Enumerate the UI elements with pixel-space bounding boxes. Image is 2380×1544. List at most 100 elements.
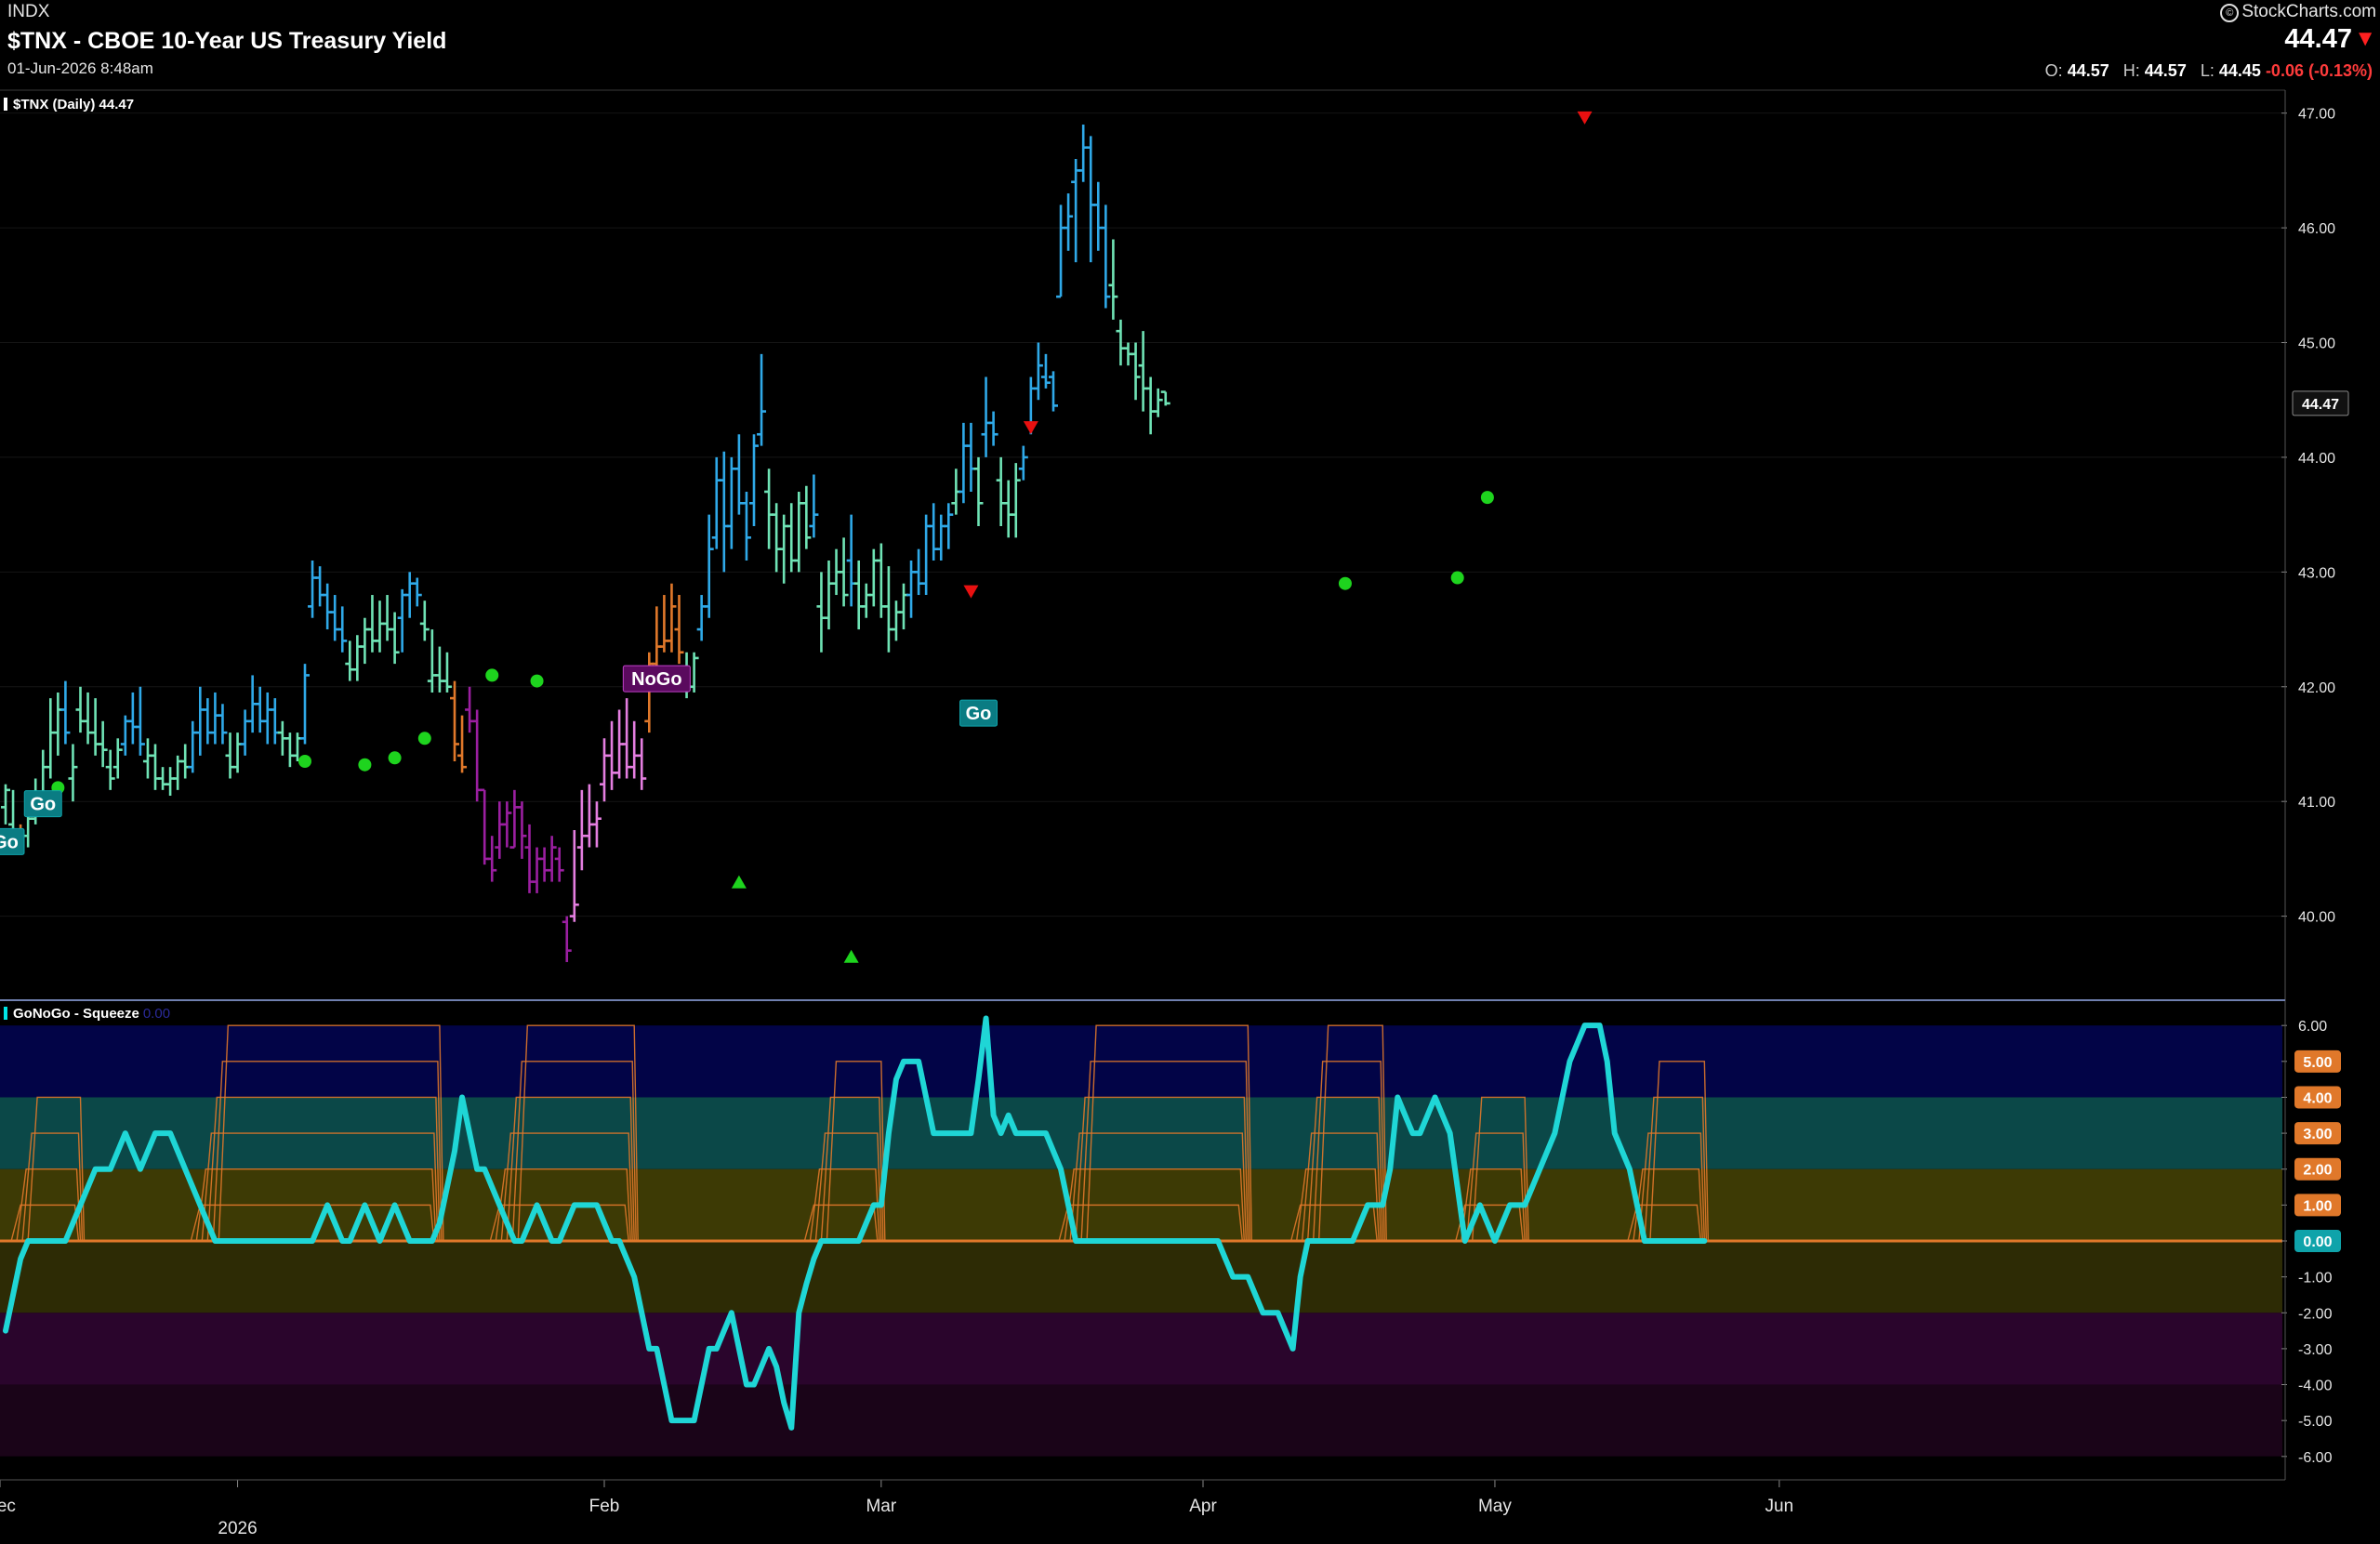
price-bar [98,720,108,768]
price-bar [375,600,385,653]
price-tick-label: 42.00 [2298,680,2335,696]
price-bar [345,640,355,681]
ohlc-readout: O: 44.57 H: 44.57 L: 44.45 -0.06 (-0.13%… [2045,61,2373,81]
price-bar [704,514,714,618]
price-bar [1049,371,1058,412]
price-bar [569,830,579,922]
price-bar [404,572,415,618]
price-bar [1093,181,1104,251]
go-continuation-dot [358,758,372,772]
low-value: 44.45 [2218,61,2261,80]
oscillator-tick-label: 6.00 [2298,1019,2327,1035]
price-bar [75,686,86,733]
change-value: -0.06 (-0.13%) [2265,61,2373,80]
oscillator-tick-label: -1.00 [2298,1271,2333,1287]
price-bar [1101,205,1111,309]
price-bar [801,485,812,549]
price-bar [284,732,295,768]
go-label-text: Go [0,832,19,852]
go-label-text: Go [966,704,992,724]
oscillator-tick-label: 1.00 [2303,1198,2332,1214]
main-legend: $TNX (Daily) 44.47 [4,97,134,112]
oscillator-tick-label: 0.00 [2303,1234,2332,1250]
main-panel-grid [0,112,2282,917]
go-label: Go [0,827,25,855]
price-bar [337,606,348,653]
price-tick-label: 41.00 [2298,795,2335,811]
indicator-legend-text: GoNoGo - Squeeze [13,1006,139,1022]
price-bar [352,635,363,681]
oscillator-band [0,1241,2282,1313]
price-tick-label: 44.00 [2298,451,2335,467]
nogo-label: NoGo [622,665,691,693]
price-bar [764,468,774,549]
oscillator-tick-label: 4.00 [2303,1090,2332,1106]
price-bar [60,680,71,745]
price-bar [607,720,617,790]
price-bar [891,600,901,641]
price-bar [711,456,721,549]
price-bar [509,789,520,849]
reversal-down-triangle [963,585,979,599]
price-bar [988,411,998,446]
price-bar [495,801,505,859]
price-bar [696,595,707,641]
price-bar [419,600,430,641]
price-bar [450,680,459,761]
price-bar [1,784,10,825]
price-bar [899,583,908,630]
go-continuation-dot [1450,571,1464,585]
price-bar [330,595,340,641]
price-bar [981,376,991,457]
last-price-tag-label: 44.47 [2302,397,2339,413]
price-bar [502,801,512,848]
oscillator-tick-label: 3.00 [2303,1127,2332,1142]
price-bar [151,744,160,790]
price-bar [240,709,250,756]
price-bar [517,801,527,859]
month-label: Dec [0,1497,16,1516]
price-tick-label: 45.00 [2298,337,2335,352]
brand-name: StockCharts.com [2241,2,2376,21]
go-label-text: Go [30,795,56,815]
price-bar [861,583,871,618]
price-bar [824,561,834,630]
month-label: Apr [1189,1497,1217,1516]
price-bar [906,561,917,618]
price-bar [487,836,497,882]
price-bars [1,125,1170,962]
price-bar [382,595,392,641]
price-bar [1011,463,1021,538]
price-bar [135,686,145,756]
price-bar [1130,342,1141,401]
indicator-swatch [4,1007,7,1020]
last-price: 44.47 [2284,24,2352,54]
brand-link[interactable]: © StockCharts.com [2220,2,2376,22]
price-bar [809,474,819,538]
price-bar [1145,376,1156,435]
main-legend-text: $TNX (Daily) 44.47 [13,97,135,112]
go-label: Go [23,790,62,818]
price-bar [225,732,235,779]
price-tick-label: 46.00 [2298,221,2335,237]
price-bar [1033,342,1043,401]
price-bar [846,514,856,607]
price-bar [434,646,444,693]
price-bar [749,434,759,526]
price-bar [532,847,542,893]
price-bar [1078,125,1089,182]
go-label: Go [959,699,998,727]
price-bar [1056,205,1066,298]
month-label: Feb [589,1497,620,1516]
price-bar [1040,353,1051,389]
price-bar [308,561,318,618]
price-tick-label: 40.00 [2298,910,2335,926]
nogo-label-text: NoGo [631,669,681,690]
price-bar [652,606,662,676]
price-bar [367,595,377,653]
price-bar [218,704,228,745]
oscillator-tick-label: -3.00 [2298,1342,2333,1358]
price-bar [1108,239,1118,320]
month-label: Mar [866,1497,896,1516]
price-bar [46,698,56,779]
